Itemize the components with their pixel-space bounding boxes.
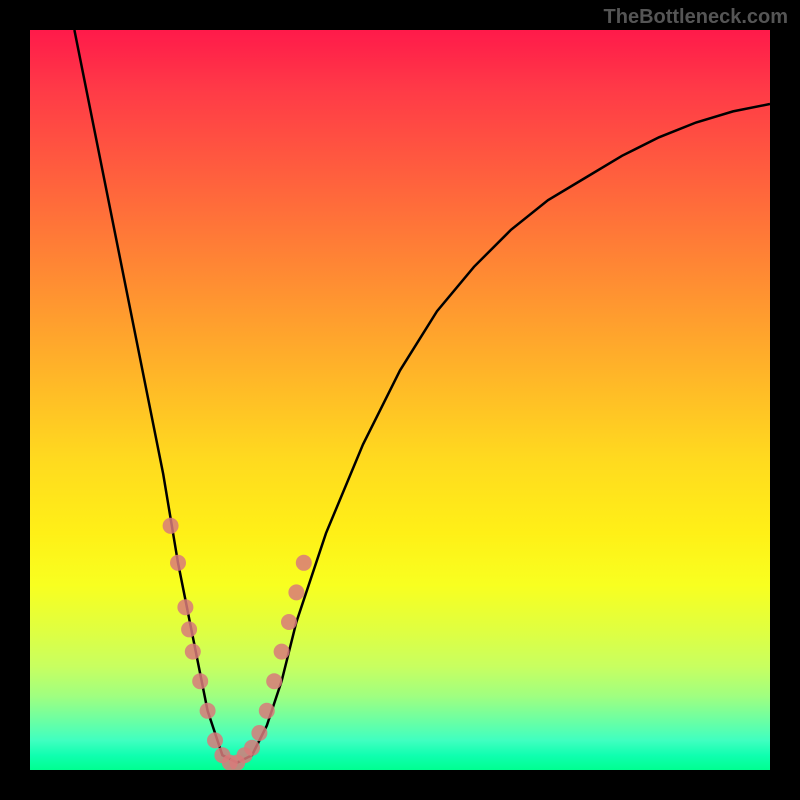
watermark-text: TheBottleneck.com <box>604 6 788 29</box>
chart-container: TheBottleneck.com <box>0 0 800 800</box>
plot-area <box>30 30 770 770</box>
